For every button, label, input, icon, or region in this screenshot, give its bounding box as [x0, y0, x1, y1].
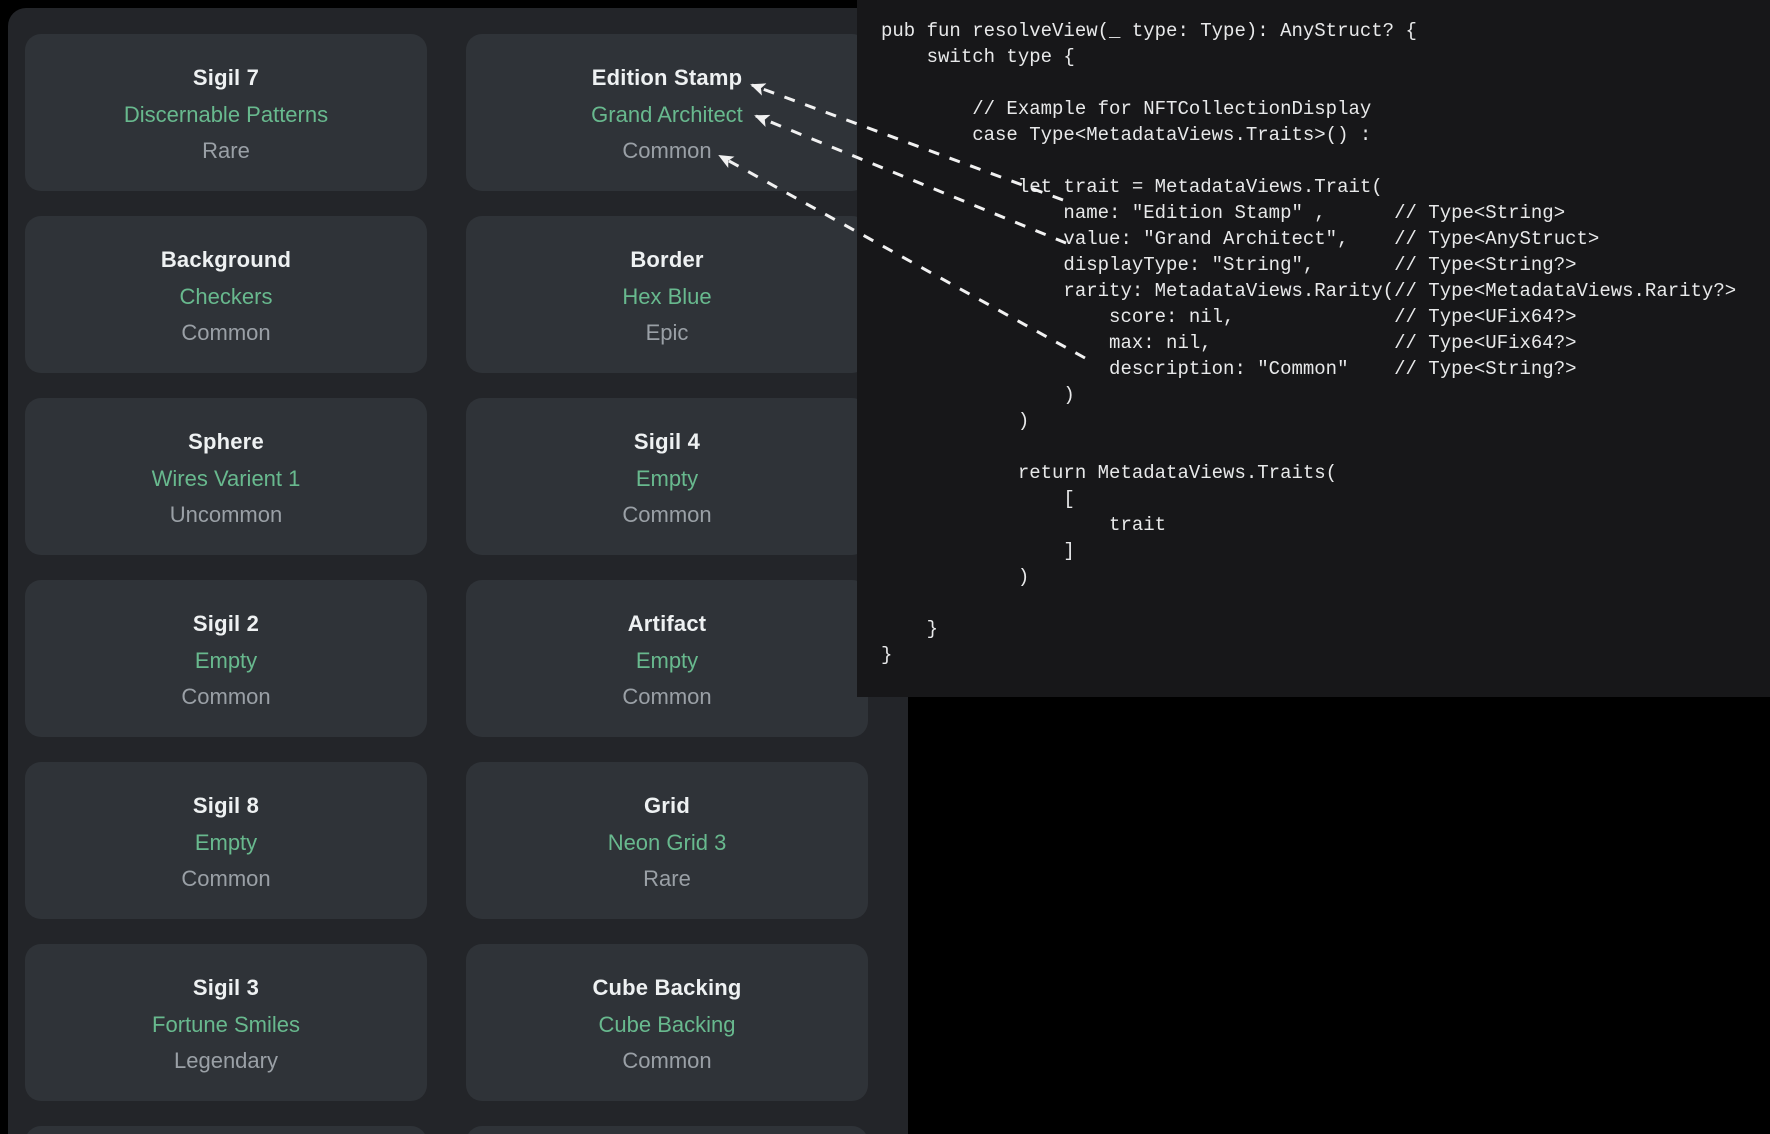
trait-card-background: Background Checkers Common	[25, 216, 427, 373]
trait-name: Artifact	[628, 609, 707, 639]
trait-card-artifact: Artifact Empty Common	[466, 580, 868, 737]
trait-name: Sigil 4	[634, 427, 700, 457]
trait-rarity: Rare	[202, 136, 250, 166]
trait-rarity: Rare	[643, 864, 691, 894]
trait-rarity: Epic	[646, 318, 689, 348]
trait-rarity: Common	[622, 682, 711, 712]
trait-value: Cube Backing	[599, 1010, 736, 1040]
trait-name: Edition Stamp	[592, 63, 743, 93]
trait-value: Grand Architect	[591, 100, 743, 130]
trait-rarity: Common	[622, 500, 711, 530]
code-panel: pub fun resolveView(_ type: Type): AnySt…	[857, 0, 1770, 697]
trait-value: Empty	[636, 464, 698, 494]
trait-card-sigil-3: Sigil 3 Fortune Smiles Legendary	[25, 944, 427, 1101]
trait-name: Sigil 3	[193, 973, 259, 1003]
trait-card-sigil-2: Sigil 2 Empty Common	[25, 580, 427, 737]
trait-card-cube-backing: Cube Backing Cube Backing Common	[466, 944, 868, 1101]
trait-name: Sigil 8	[193, 791, 259, 821]
trait-card-sigil-7: Sigil 7 Discernable Patterns Rare	[25, 34, 427, 191]
trait-value: Empty	[195, 646, 257, 676]
trait-name: Grid	[644, 791, 690, 821]
traits-panel: Sigil 7 Discernable Patterns Rare Editio…	[8, 8, 908, 1134]
trait-name: Sphere	[188, 427, 264, 457]
traits-grid: Sigil 7 Discernable Patterns Rare Editio…	[25, 34, 868, 1134]
trait-value: Hex Blue	[622, 282, 711, 312]
trait-value: Fortune Smiles	[152, 1010, 300, 1040]
trait-card-border: Border Hex Blue Epic	[466, 216, 868, 373]
trait-rarity: Common	[181, 864, 270, 894]
trait-name: Border	[630, 245, 703, 275]
trait-card-sphere: Sphere Wires Varient 1 Uncommon	[25, 398, 427, 555]
code-snippet: pub fun resolveView(_ type: Type): AnySt…	[857, 0, 1770, 668]
trait-card-edition-stamp: Edition Stamp Grand Architect Common	[466, 34, 868, 191]
trait-rarity: Common	[181, 318, 270, 348]
trait-value: Empty	[195, 828, 257, 858]
trait-value: Discernable Patterns	[124, 100, 328, 130]
trait-value: Wires Varient 1	[152, 464, 301, 494]
trait-card-sigil-8: Sigil 8 Empty Common	[25, 762, 427, 919]
trait-card-sigil-4: Sigil 4 Empty Common	[466, 398, 868, 555]
trait-value: Checkers	[180, 282, 273, 312]
trait-value: Empty	[636, 646, 698, 676]
trait-card-partial	[466, 1126, 868, 1134]
trait-name: Background	[161, 245, 291, 275]
trait-card-partial	[25, 1126, 427, 1134]
trait-rarity: Common	[622, 1046, 711, 1076]
trait-rarity: Common	[622, 136, 711, 166]
trait-name: Cube Backing	[592, 973, 741, 1003]
trait-rarity: Uncommon	[170, 500, 282, 530]
trait-name: Sigil 7	[193, 63, 259, 93]
trait-card-grid: Grid Neon Grid 3 Rare	[466, 762, 868, 919]
trait-rarity: Common	[181, 682, 270, 712]
trait-value: Neon Grid 3	[608, 828, 727, 858]
trait-rarity: Legendary	[174, 1046, 278, 1076]
trait-name: Sigil 2	[193, 609, 259, 639]
